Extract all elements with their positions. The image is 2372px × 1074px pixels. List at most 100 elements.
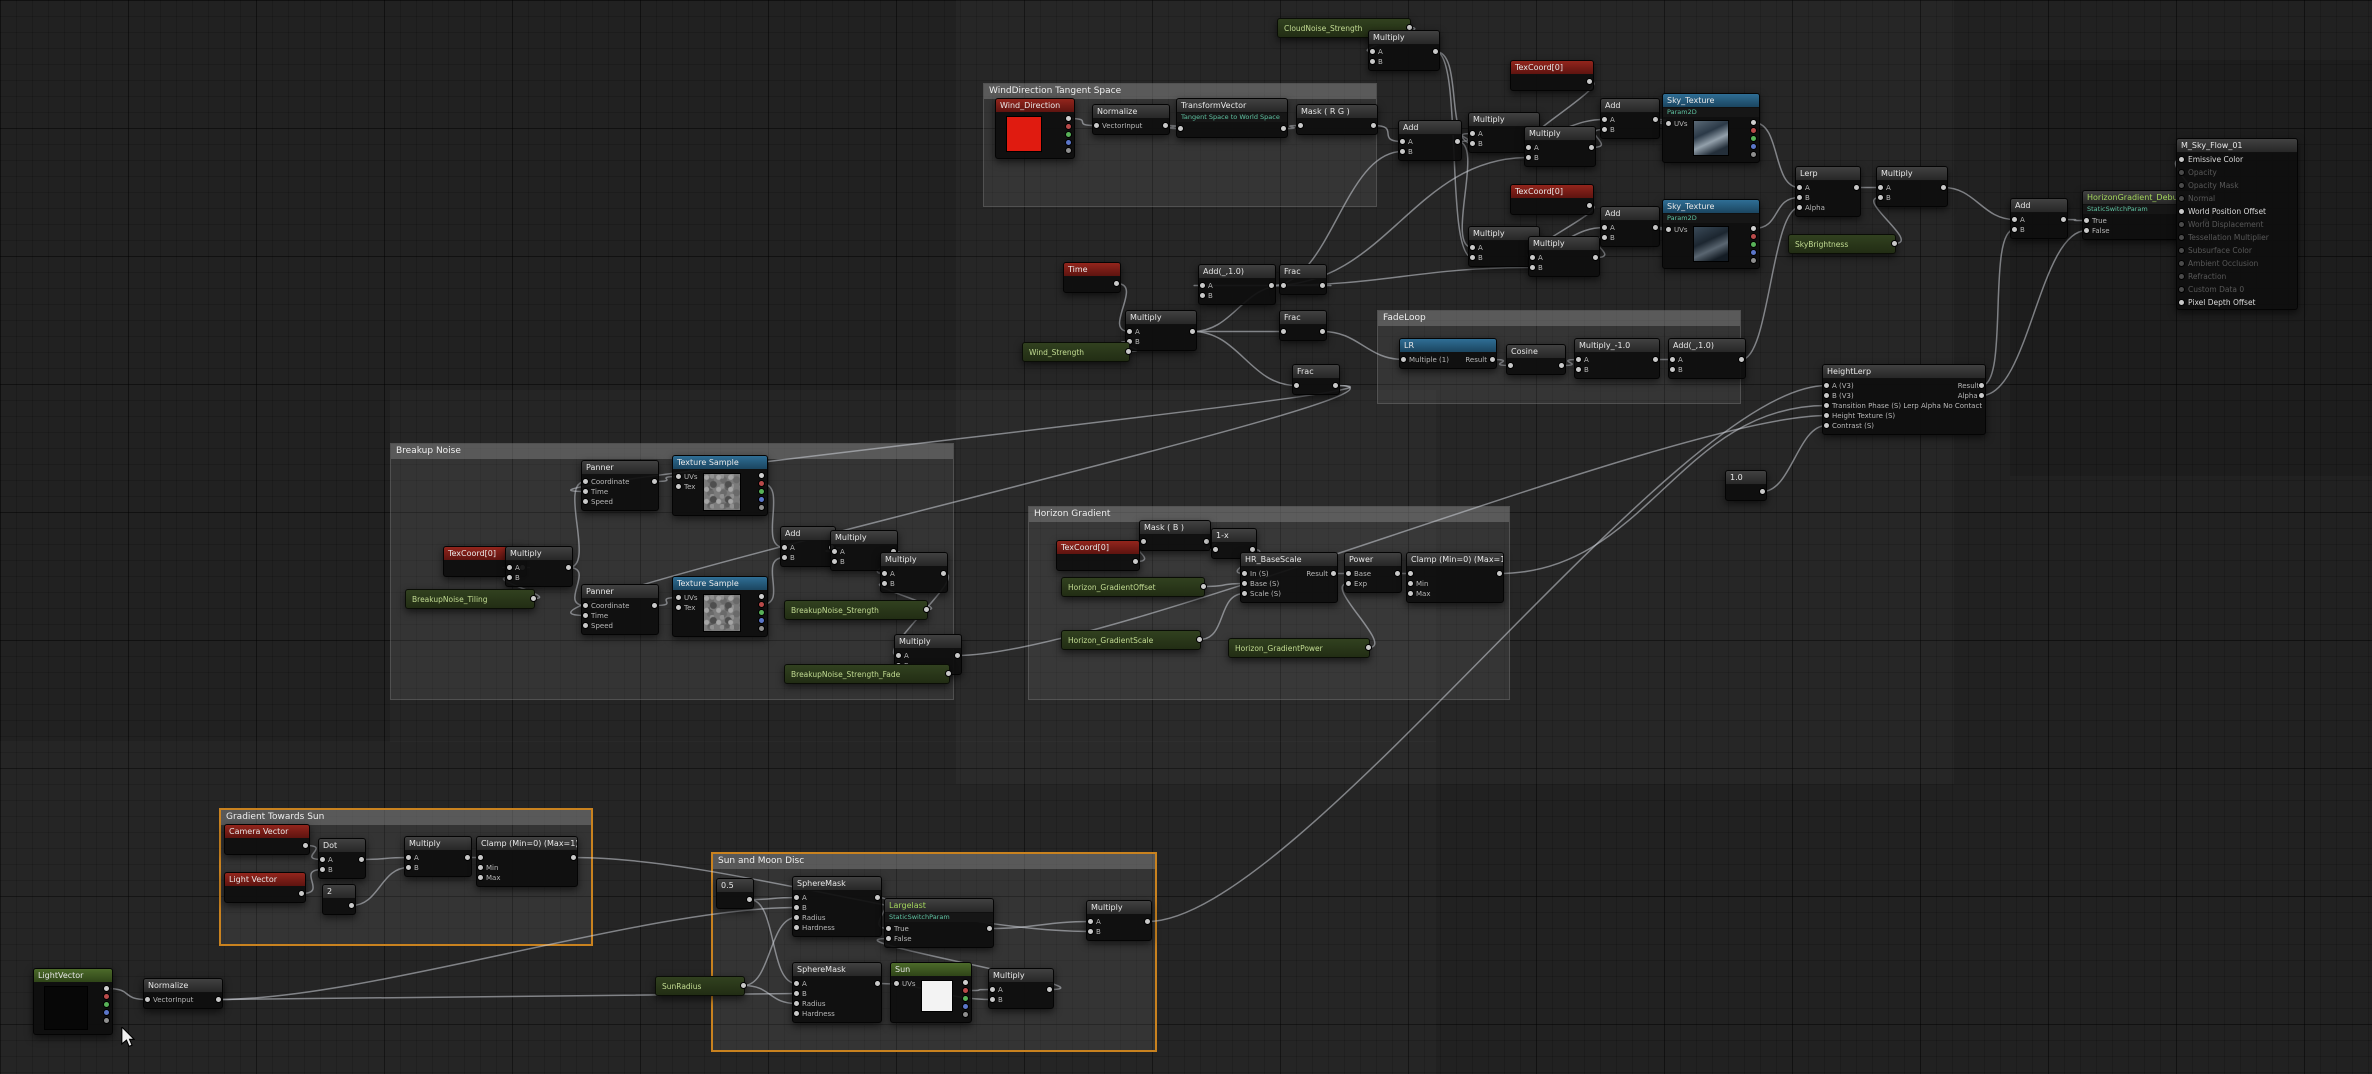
node-add[interactable]: AddAB — [780, 526, 836, 567]
pin-connector[interactable] — [886, 936, 891, 941]
pin[interactable] — [1140, 537, 1152, 547]
pin-a[interactable]: A — [1877, 183, 1894, 193]
pin-connector[interactable] — [1163, 123, 1168, 128]
pin-false[interactable]: False — [885, 934, 915, 944]
pin-connector[interactable] — [1666, 227, 1671, 232]
pin[interactable] — [957, 1003, 969, 1011]
pin[interactable] — [753, 472, 765, 480]
pin-connector[interactable] — [794, 895, 799, 900]
pin[interactable] — [98, 1017, 110, 1025]
pin[interactable] — [1060, 147, 1072, 155]
pin-b[interactable]: B — [2011, 225, 2028, 235]
node-wind-strength[interactable]: Wind_Strength — [1022, 342, 1130, 362]
pin-a[interactable]: A — [506, 563, 523, 573]
pin-base[interactable]: Base — [1345, 569, 1374, 579]
material-pin-world-position-offset[interactable]: World Position Offset — [2177, 205, 2297, 218]
pin-result[interactable]: Result — [1303, 569, 1337, 579]
node-sky-texture[interactable]: Sky_TextureParam2DUVs — [1662, 199, 1760, 269]
pin-a[interactable]: A — [1575, 355, 1592, 365]
pin-b[interactable]: B — [1199, 291, 1216, 301]
pin-connector[interactable] — [1941, 185, 1946, 190]
pin[interactable] — [210, 995, 222, 1005]
pin[interactable] — [1297, 121, 1309, 131]
pin-connector[interactable] — [1470, 255, 1475, 260]
pin-b[interactable]: B — [881, 579, 898, 589]
node-texcoord-0[interactable]: TexCoord[0] — [1510, 60, 1594, 91]
pin[interactable] — [753, 625, 765, 633]
pin[interactable] — [1198, 537, 1210, 547]
pin-connector[interactable] — [1751, 144, 1756, 149]
pin-connector[interactable] — [1602, 117, 1607, 122]
pin-connector[interactable] — [676, 595, 681, 600]
pin-connector[interactable] — [946, 671, 951, 676]
pin[interactable] — [1581, 77, 1593, 87]
pin-a[interactable]: A — [881, 569, 898, 579]
comment-header-gradient-towards-sun[interactable]: Gradient Towards Sun — [221, 810, 591, 825]
pin-connector[interactable] — [652, 479, 657, 484]
pin-connector[interactable] — [2084, 228, 2089, 233]
pin-a[interactable]: A — [1525, 143, 1542, 153]
pin[interactable] — [565, 853, 577, 863]
pin[interactable] — [1060, 115, 1072, 123]
pin[interactable] — [753, 488, 765, 496]
pin-connector[interactable] — [507, 575, 512, 580]
pin-b[interactable]: B — [1877, 193, 1894, 203]
pin[interactable] — [949, 651, 961, 661]
pin-connector[interactable] — [1408, 591, 1413, 596]
pin-connector[interactable] — [1751, 242, 1756, 247]
pin-connector[interactable] — [676, 605, 681, 610]
pin[interactable] — [869, 893, 881, 903]
node-texcoord-0[interactable]: TexCoord[0] — [1510, 184, 1594, 215]
pin[interactable] — [981, 924, 993, 934]
node-multiply[interactable]: MultiplyAB — [1876, 166, 1948, 207]
pin-a[interactable]: A — [1469, 243, 1486, 253]
pin-connector[interactable] — [1088, 919, 1093, 924]
pin-connector[interactable] — [406, 865, 411, 870]
node-camera-vector[interactable]: Camera Vector — [224, 824, 310, 855]
pin-b[interactable]: B — [1529, 263, 1546, 273]
pin-connector[interactable] — [1242, 571, 1247, 576]
pin-false[interactable]: False — [2083, 226, 2113, 236]
pin[interactable] — [1314, 327, 1326, 337]
material-pin-opacity-mask[interactable]: Opacity Mask — [2177, 179, 2297, 192]
node-multiply[interactable]: MultiplyAB — [505, 546, 573, 587]
pin[interactable] — [1745, 225, 1757, 233]
pin-time[interactable]: Time — [582, 487, 632, 497]
pin-a[interactable]: A — [1601, 115, 1618, 125]
pin-b[interactable]: B — [1525, 153, 1542, 163]
pin[interactable] — [1581, 201, 1593, 211]
pin-a[interactable]: A — [1469, 129, 1486, 139]
pin-b[interactable]: B — [319, 865, 336, 875]
pin[interactable] — [741, 895, 753, 905]
pin-connector[interactable] — [1751, 152, 1756, 157]
pin-radius[interactable]: Radius — [793, 913, 838, 923]
pin-height-texture-s[interactable]: Height Texture (S) — [1823, 411, 1955, 421]
pin[interactable] — [293, 889, 305, 899]
pin-a[interactable]: A — [1529, 253, 1546, 263]
node-lightvector[interactable]: LightVector — [33, 968, 113, 1035]
pin-connector[interactable] — [1824, 423, 1829, 428]
pin-coordinate[interactable]: Coordinate — [582, 477, 632, 487]
pin[interactable] — [1365, 121, 1377, 131]
node-frac[interactable]: Frac — [1279, 310, 1327, 341]
pin-time[interactable]: Time — [582, 611, 632, 621]
pin-connector[interactable] — [507, 565, 512, 570]
pin-connector[interactable] — [1133, 559, 1138, 564]
pin-connector[interactable] — [583, 489, 588, 494]
pin-connector[interactable] — [1751, 234, 1756, 239]
pin-connector[interactable] — [1197, 637, 1202, 642]
pin-connector[interactable] — [963, 1012, 968, 1017]
node-frac[interactable]: Frac — [1279, 264, 1327, 295]
node-hr-basescale[interactable]: HR_BaseScaleIn (S)Base (S)Scale (S)Resul… — [1240, 552, 1338, 603]
pin-connector[interactable] — [1470, 245, 1475, 250]
pin-tex[interactable]: Tex — [675, 603, 701, 613]
pin[interactable] — [1745, 257, 1757, 265]
pin-connector[interactable] — [1346, 571, 1351, 576]
pin-connector[interactable] — [1751, 258, 1756, 263]
pin-connector[interactable] — [963, 988, 968, 993]
pin[interactable] — [1293, 381, 1305, 391]
node-transformvector[interactable]: TransformVectorTangent Space to World Sp… — [1176, 98, 1288, 138]
pin-connector[interactable] — [759, 626, 764, 631]
pin-connector[interactable] — [1666, 121, 1671, 126]
pin-connector[interactable] — [1213, 547, 1218, 552]
